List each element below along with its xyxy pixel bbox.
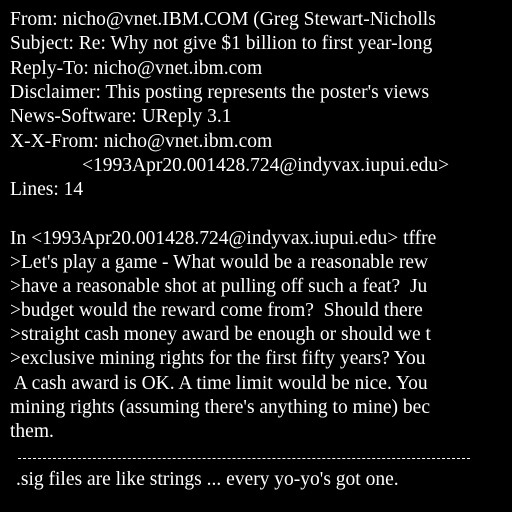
header-reply-to: Reply-To: nicho@vnet.ibm.com bbox=[10, 58, 263, 79]
header-news-software: News-Software: UReply 3.1 bbox=[10, 106, 232, 127]
body-intro: In <1993Apr20.001428.724@indyvax.iupui.e… bbox=[10, 228, 437, 249]
reply-line: mining rights (assuming there's anything… bbox=[10, 397, 430, 418]
signature-text: .sig files are like strings ... every yo… bbox=[16, 469, 399, 490]
reply-line: them. bbox=[10, 421, 54, 442]
quoted-line: >Let's play a game - What would be a rea… bbox=[10, 252, 429, 273]
signature-separator bbox=[18, 458, 470, 459]
quoted-line: >straight cash money award be enough or … bbox=[10, 324, 431, 345]
header-from: From: nicho@vnet.IBM.COM (Greg Stewart-N… bbox=[10, 9, 436, 30]
usenet-post: From: nicho@vnet.IBM.COM (Greg Stewart-N… bbox=[0, 0, 512, 512]
quoted-line: >exclusive mining rights for the first f… bbox=[10, 348, 426, 369]
header-subject: Subject: Re: Why not give $1 billion to … bbox=[10, 33, 433, 54]
header-disclaimer: Disclaimer: This posting represents the … bbox=[10, 82, 430, 103]
header-lines: Lines: 14 bbox=[10, 179, 84, 200]
header-message-ref: <1993Apr20.001428.724@indyvax.iupui.edu> bbox=[82, 155, 450, 176]
quoted-line: >have a reasonable shot at pulling off s… bbox=[10, 276, 428, 297]
header-x-x-from: X-X-From: nicho@vnet.ibm.com bbox=[10, 131, 273, 152]
quoted-line: >budget would the reward come from? Shou… bbox=[10, 300, 423, 321]
reply-line: A cash award is OK. A time limit would b… bbox=[10, 373, 428, 394]
